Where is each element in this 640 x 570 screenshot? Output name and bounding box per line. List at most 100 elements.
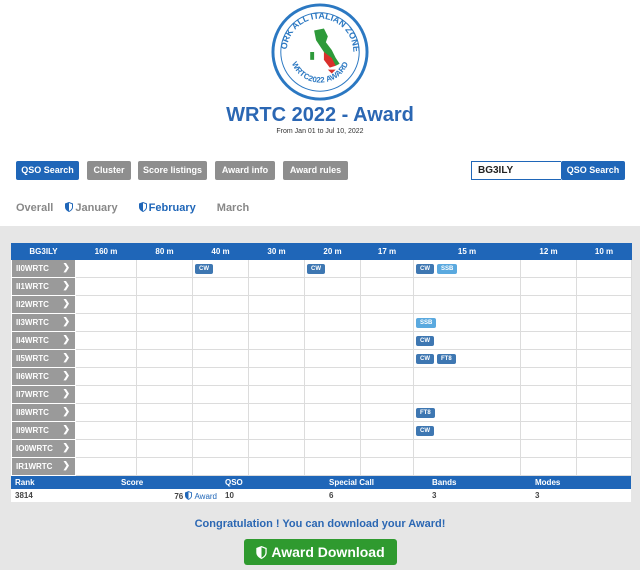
band-cell (248, 313, 305, 332)
band-cell (413, 277, 521, 296)
band-cell (520, 259, 577, 278)
score-listings-button[interactable]: Score listings (138, 161, 207, 180)
band-cell (75, 313, 137, 332)
qso-grid: BG3ILY 160 m 80 m 40 m 30 m 20 m 17 m 15… (11, 243, 632, 476)
band-cell (248, 457, 305, 476)
station-call: II8WRTC (16, 408, 49, 417)
band-cell (75, 331, 137, 350)
station-call-cell[interactable]: II2WRTC ❯ (11, 295, 76, 314)
tab-january-label: January (75, 202, 118, 214)
award-info-button[interactable]: Award info (215, 161, 275, 180)
station-call-cell[interactable]: II7WRTC ❯ (11, 385, 76, 404)
band-cell (520, 457, 577, 476)
band-cell (136, 439, 193, 458)
station-call-cell[interactable]: II3WRTC ❯ (11, 313, 76, 332)
station-call-cell[interactable]: IO0WRTC ❯ (11, 439, 76, 458)
month-tabs: Overall January February March (16, 202, 258, 216)
band-cell (136, 349, 193, 368)
chevron-right-icon: ❯ (62, 352, 70, 362)
tab-march[interactable]: March (217, 202, 249, 214)
station-call-cell[interactable]: II9WRTC ❯ (11, 421, 76, 440)
band-cell (248, 403, 305, 422)
shield-icon (65, 202, 74, 212)
band-cell (192, 331, 249, 350)
band-cell (360, 385, 414, 404)
award-rules-button[interactable]: Award rules (283, 161, 348, 180)
stats-qso-value: 10 (225, 491, 234, 500)
shield-icon (256, 546, 268, 559)
band-header: 15 m (413, 243, 521, 260)
grid-row: II1WRTC ❯ (11, 277, 632, 296)
tab-february[interactable]: February (138, 202, 205, 214)
tab-overall[interactable]: Overall (16, 202, 53, 214)
band-header: 20 m (304, 243, 361, 260)
chevron-right-icon: ❯ (62, 334, 70, 344)
station-call-cell[interactable]: II1WRTC ❯ (11, 277, 76, 296)
band-cell (192, 349, 249, 368)
band-cell (520, 277, 577, 296)
award-download-button[interactable]: Award Download (244, 539, 397, 565)
station-call-cell[interactable]: II8WRTC ❯ (11, 403, 76, 422)
band-cell (520, 295, 577, 314)
band-cell (136, 313, 193, 332)
band-cell: CW (192, 259, 249, 278)
stats-modes-value: 3 (535, 491, 540, 500)
congrats-message: Congratulation ! You can download your A… (194, 518, 446, 530)
band-cell (136, 367, 193, 386)
station-call-cell[interactable]: II6WRTC ❯ (11, 367, 76, 386)
station-call: II4WRTC (16, 336, 49, 345)
station-call: II3WRTC (16, 318, 49, 327)
grid-row: II6WRTC ❯ (11, 367, 632, 386)
band-cell (413, 367, 521, 386)
grid-callsign-header: BG3ILY (11, 243, 76, 260)
band-cell (136, 385, 193, 404)
cluster-button[interactable]: Cluster (87, 161, 131, 180)
stats-score-cell: 76 Award (117, 489, 221, 502)
band-cell (576, 331, 632, 350)
band-cell: SSB (413, 313, 521, 332)
station-call-cell[interactable]: IR1WRTC ❯ (11, 457, 76, 476)
shield-icon (185, 490, 193, 500)
shield-icon (138, 202, 147, 212)
band-cell (413, 385, 521, 404)
tab-january[interactable]: January (65, 202, 126, 214)
band-cell (413, 439, 521, 458)
band-cell (136, 403, 193, 422)
band-header: 160 m (75, 243, 137, 260)
chevron-right-icon: ❯ (62, 298, 70, 308)
band-cell (520, 439, 577, 458)
station-call: II0WRTC (16, 264, 49, 273)
band-cell (248, 295, 305, 314)
award-link[interactable]: Award (185, 490, 217, 501)
band-cell (576, 385, 632, 404)
band-cell (304, 313, 361, 332)
chevron-right-icon: ❯ (62, 442, 70, 452)
page-subtitle: From Jan 01 to Jul 10, 2022 (276, 128, 364, 135)
station-call-cell[interactable]: II4WRTC ❯ (11, 331, 76, 350)
band-cell (75, 403, 137, 422)
band-cell (576, 421, 632, 440)
station-call-cell[interactable]: II5WRTC ❯ (11, 349, 76, 368)
band-cell (304, 277, 361, 296)
mode-badge: FT8 (416, 407, 435, 418)
stats-table: Rank Score QSO Special Call Bands Modes … (11, 476, 631, 502)
grid-row: IO0WRTC ❯ (11, 439, 632, 458)
band-cell (75, 277, 137, 296)
station-call-cell[interactable]: II0WRTC ❯ (11, 259, 76, 278)
page-title: WRTC 2022 - Award (226, 104, 414, 126)
band-cell (248, 421, 305, 440)
band-cell (520, 367, 577, 386)
band-cell (192, 313, 249, 332)
band-cell (360, 349, 414, 368)
qso-search-nav-button[interactable]: QSO Search (16, 161, 79, 180)
callsign-input[interactable] (471, 161, 561, 180)
qso-search-button[interactable]: QSO Search (561, 161, 625, 180)
band-cell (75, 295, 137, 314)
band-cell (248, 331, 305, 350)
band-cell (360, 457, 414, 476)
band-cell (75, 385, 137, 404)
mode-badge: CW (416, 425, 434, 436)
stats-header-score: Score (117, 476, 221, 489)
band-header: 17 m (360, 243, 414, 260)
mode-badge: CW (416, 335, 434, 346)
